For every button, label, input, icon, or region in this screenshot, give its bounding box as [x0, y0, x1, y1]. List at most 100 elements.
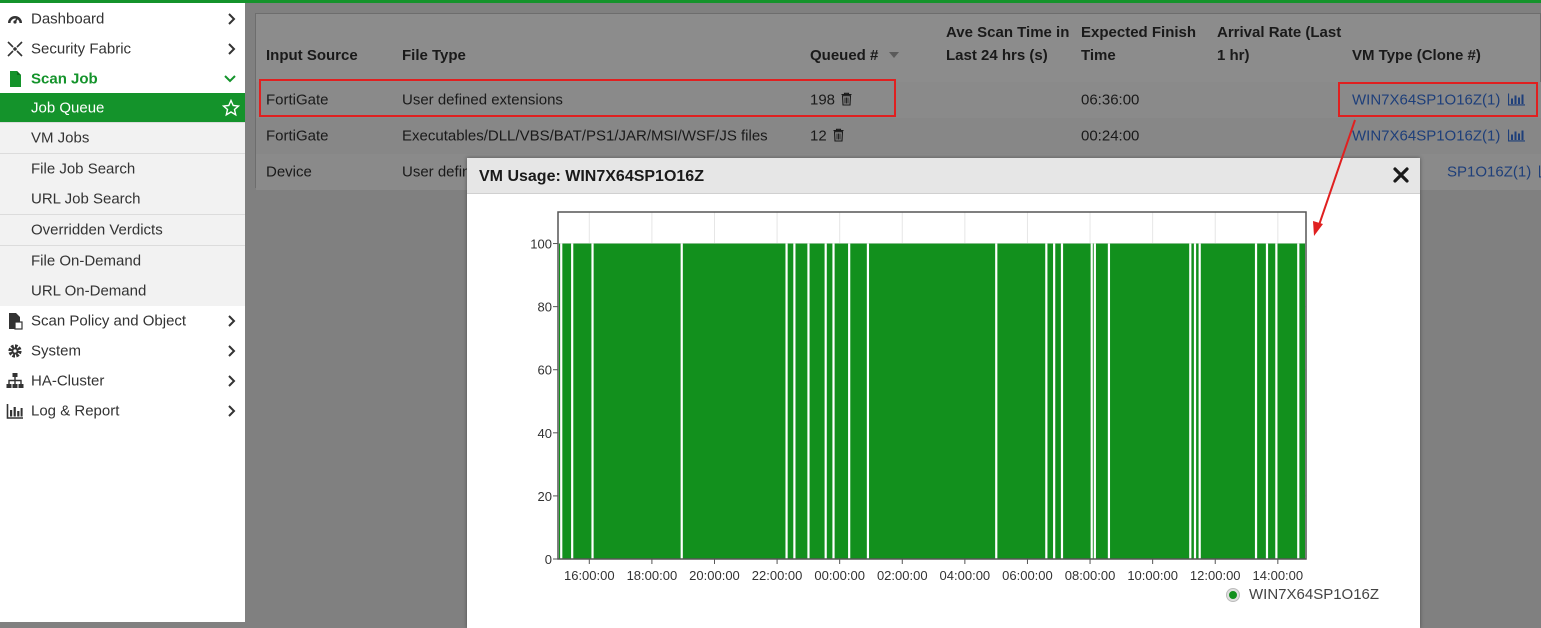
column-header-line: Time	[1081, 47, 1116, 64]
sidebar-item-label: Job Queue	[31, 99, 105, 116]
chart-legend[interactable]: WIN7X64SP1O16Z	[1227, 586, 1379, 603]
column-header-arrival-rate[interactable]: Arrival Rate (Last 1 hr)	[1217, 21, 1341, 67]
sidebar-item-ha-cluster[interactable]: HA-Cluster	[0, 366, 245, 396]
series-gap	[1265, 243, 1269, 559]
series-gap	[807, 243, 810, 559]
y-tick-label: 20	[538, 489, 552, 504]
y-tick-label: 100	[530, 237, 552, 252]
series-gap	[680, 243, 683, 559]
cell-input-source: Device	[266, 163, 312, 181]
series-gap	[1045, 243, 1048, 559]
column-header-line: Ave Scan Time in	[946, 24, 1070, 41]
column-header-line: Arrival Rate (Last	[1217, 24, 1342, 41]
vm-usage-chart: 0 20 40 60 80 100 16:00:00 18:00:00 20:00:00 22:…	[530, 211, 1307, 583]
sidebar-item-label: HA-Cluster	[31, 372, 105, 390]
cell-file-type: Executables/DLL/VBS/BAT/PS1/JAR/MSI/WSF/…	[402, 127, 768, 145]
sidebar-item-job-queue[interactable]: Job Queue	[0, 93, 245, 123]
series-area	[558, 243, 1306, 559]
cell-queued-value: 12	[810, 127, 827, 145]
series-gap	[1275, 243, 1278, 559]
annotation-arrow	[1313, 119, 1356, 236]
column-header-ave-scan-time[interactable]: Ave Scan Time in Last 24 hrs (s)	[946, 21, 1069, 67]
column-header-line: 1 hr)	[1217, 47, 1250, 64]
y-tick-label: 60	[538, 363, 552, 378]
x-axis-ticks: 16:00:00 18:00:00 20:00:00 22:00:00 00:00:00…	[564, 559, 1303, 583]
sidebar-item-scan-job[interactable]: Scan Job	[0, 64, 245, 93]
chevron-down-icon	[224, 74, 236, 82]
legend-swatch	[1227, 588, 1239, 601]
sidebar-item-label: Overridden Verdicts	[31, 221, 163, 239]
column-header-label: Queued #	[810, 47, 879, 64]
cell-vm-type[interactable]: SP1O16Z(1)	[1447, 164, 1541, 181]
vm-usage-chart-icon[interactable]	[1508, 129, 1526, 142]
cell-vm-type[interactable]: WIN7X64SP1O16Z(1)	[1352, 128, 1526, 145]
sidebar-item-label: Security Fabric	[31, 40, 132, 58]
dashboard-icon	[8, 16, 22, 24]
series-gap	[571, 243, 574, 559]
chevron-right-icon	[228, 405, 236, 417]
dialog-header: VM Usage: WIN7X64SP1O16Z	[467, 158, 1420, 194]
x-tick-label: 12:00:00	[1190, 568, 1241, 583]
sidebar-item-system[interactable]: System	[0, 336, 245, 366]
trash-icon[interactable]	[833, 128, 844, 142]
highlight-box-queued-row	[259, 79, 896, 117]
series-gap	[1107, 243, 1111, 559]
series-gap	[1198, 243, 1201, 559]
series-gap	[1189, 243, 1192, 559]
sidebar-item-label: URL On-Demand	[31, 282, 147, 300]
sort-desc-icon	[888, 52, 899, 58]
star-icon[interactable]	[222, 98, 240, 117]
series-gap	[1297, 243, 1300, 559]
x-tick-label: 04:00:00	[940, 568, 991, 583]
chevron-right-icon	[228, 13, 236, 25]
close-icon[interactable]	[1392, 166, 1410, 184]
series-gap	[824, 243, 827, 559]
sidebar-item-log-report[interactable]: Log & Report	[0, 396, 245, 426]
sidebar-item-overridden-verdicts[interactable]: Overridden Verdicts	[0, 215, 245, 246]
series-gap	[1093, 243, 1096, 559]
column-header-vm-type[interactable]: VM Type (Clone #)	[1352, 44, 1481, 67]
cell-queued: 12	[810, 128, 844, 145]
sidebar-item-url-on-demand[interactable]: URL On-Demand	[0, 276, 245, 306]
series-gap	[1060, 243, 1064, 559]
cell-expected-finish: 00:24:00	[1081, 127, 1140, 145]
series-gap	[848, 243, 851, 559]
column-header-expected-finish[interactable]: Expected Finish Time	[1081, 21, 1196, 67]
scan-policy-icon	[9, 313, 23, 330]
series-gap	[785, 243, 788, 559]
sidebar-item-file-job-search[interactable]: File Job Search	[0, 154, 245, 184]
sidebar-item-label: Scan Policy and Object	[31, 312, 187, 330]
y-tick-label: 80	[538, 300, 552, 315]
column-header-input-source[interactable]: Input Source	[266, 44, 358, 67]
column-header-file-type[interactable]: File Type	[402, 44, 466, 67]
series-gap	[832, 243, 835, 559]
legend-label: WIN7X64SP1O16Z	[1249, 586, 1380, 603]
sitemap-icon	[6, 373, 24, 388]
sidebar-item-security-fabric[interactable]: Security Fabric	[0, 34, 245, 64]
sidebar-item-scan-policy[interactable]: Scan Policy and Object	[0, 306, 245, 336]
sidebar: Dashboard Security Fabric Scan Job Job Q…	[0, 0, 245, 622]
vm-type-link[interactable]: WIN7X64SP1O16Z(1)	[1352, 128, 1500, 145]
chart-area-series	[558, 243, 1306, 559]
sidebar-item-vm-jobs[interactable]: VM Jobs	[0, 123, 245, 154]
series-gap	[1193, 243, 1197, 559]
sidebar-item-label: Log & Report	[31, 402, 120, 420]
series-gap	[1090, 243, 1093, 559]
gear-icon	[8, 344, 22, 358]
x-tick-label: 16:00:00	[564, 568, 615, 583]
sidebar-item-file-on-demand[interactable]: File On-Demand	[0, 246, 245, 276]
sidebar-item-dashboard[interactable]: Dashboard	[0, 4, 245, 34]
sidebar-item-label: Dashboard	[31, 10, 105, 28]
bar-chart-icon	[6, 404, 23, 419]
vm-usage-dialog: VM Usage: WIN7X64SP1O16Z 0 20 40 60 80 100 16…	[467, 158, 1420, 628]
sidebar-item-label: Scan Job	[31, 70, 98, 87]
sidebar-item-url-job-search[interactable]: URL Job Search	[0, 184, 245, 215]
x-tick-label: 18:00:00	[627, 568, 678, 583]
x-tick-label: 10:00:00	[1127, 568, 1178, 583]
column-header-queued[interactable]: Queued #	[810, 44, 899, 67]
x-tick-label: 20:00:00	[689, 568, 740, 583]
chevron-right-icon	[228, 375, 236, 387]
sidebar-item-label: File On-Demand	[31, 252, 142, 270]
column-header-line: Last 24 hrs (s)	[946, 47, 1048, 64]
vm-type-link[interactable]: SP1O16Z(1)	[1447, 164, 1531, 181]
